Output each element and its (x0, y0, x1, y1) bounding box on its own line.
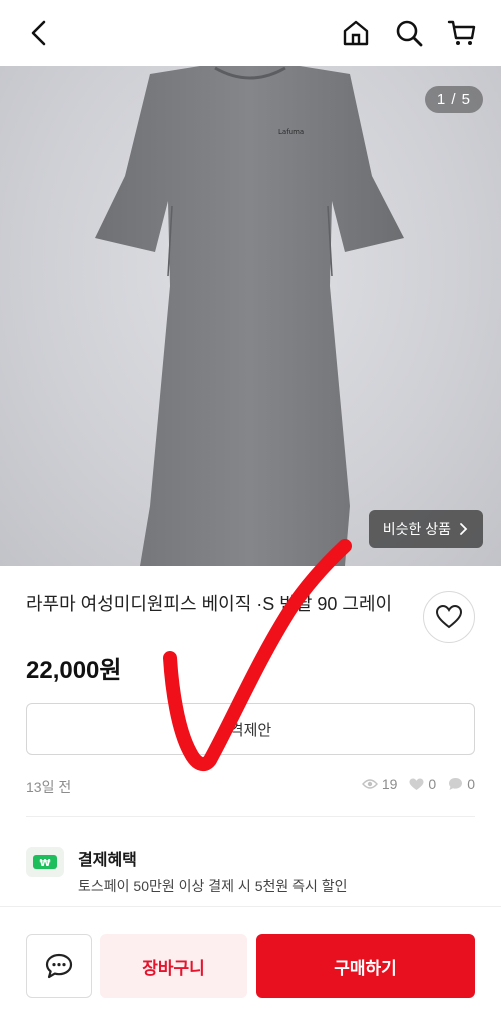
likes-stat: 0 (409, 776, 436, 792)
buy-now-label: 구매하기 (334, 958, 397, 978)
heart-small-icon (409, 778, 424, 790)
item-stats: 19 0 0 (356, 776, 475, 792)
payment-badge-icon: ₩ (33, 855, 57, 869)
home-icon (343, 20, 369, 46)
cart-icon (447, 20, 476, 45)
chevron-left-icon (31, 20, 46, 46)
product-title: 라푸마 여성미디원피스 베이직 ·S 반팔 90 그레이 (26, 594, 393, 614)
back-button[interactable] (22, 15, 58, 51)
top-bar (0, 0, 501, 66)
chat-button[interactable] (26, 934, 92, 998)
toss-pay-icon: ₩ (26, 847, 64, 877)
chat-bubble-small-icon (449, 778, 463, 790)
price-offer-label: 격제안 (229, 721, 272, 739)
views-count: 19 (381, 776, 398, 792)
product-price: 22,000원 (26, 657, 122, 684)
product-photo: Lafuma (95, 66, 404, 566)
benefit-description: 토스페이 50만원 이상 결제 시 5천원 즉시 할인 (78, 878, 348, 894)
views-stat: 19 (361, 776, 398, 792)
add-to-cart-label: 장바구니 (142, 958, 205, 978)
brand-logo-print: Lafuma (278, 128, 304, 136)
chevron-right-icon (460, 523, 468, 535)
cart-button[interactable] (444, 15, 480, 51)
similar-items-button[interactable]: 비슷한 상품 (368, 510, 483, 548)
similar-items-label: 비슷한 상품 (382, 521, 451, 537)
chat-icon (45, 953, 73, 979)
benefit-title: 결제혜택 (78, 852, 137, 869)
svg-text:₩: ₩ (39, 858, 50, 869)
posted-time: 13일 전 (26, 779, 72, 795)
section-divider (26, 816, 475, 817)
like-button[interactable] (423, 591, 475, 643)
heart-icon (436, 605, 462, 629)
buy-now-button[interactable]: 구매하기 (256, 934, 475, 998)
bottom-action-bar: 장바구니 구매하기 (0, 906, 501, 1024)
add-to-cart-button[interactable]: 장바구니 (100, 934, 247, 998)
likes-count: 0 (428, 776, 437, 792)
search-button[interactable] (391, 15, 427, 51)
image-counter: 1 / 5 (424, 86, 483, 113)
product-image-gallery[interactable]: Lafuma 1 / 5 비슷한 상품 (0, 66, 501, 566)
chats-stat: 0 (448, 776, 475, 792)
eye-icon (361, 779, 378, 789)
search-icon (396, 20, 423, 47)
home-button[interactable] (338, 15, 374, 51)
chats-count: 0 (467, 776, 475, 792)
price-offer-button[interactable]: 격제안 (26, 703, 475, 755)
